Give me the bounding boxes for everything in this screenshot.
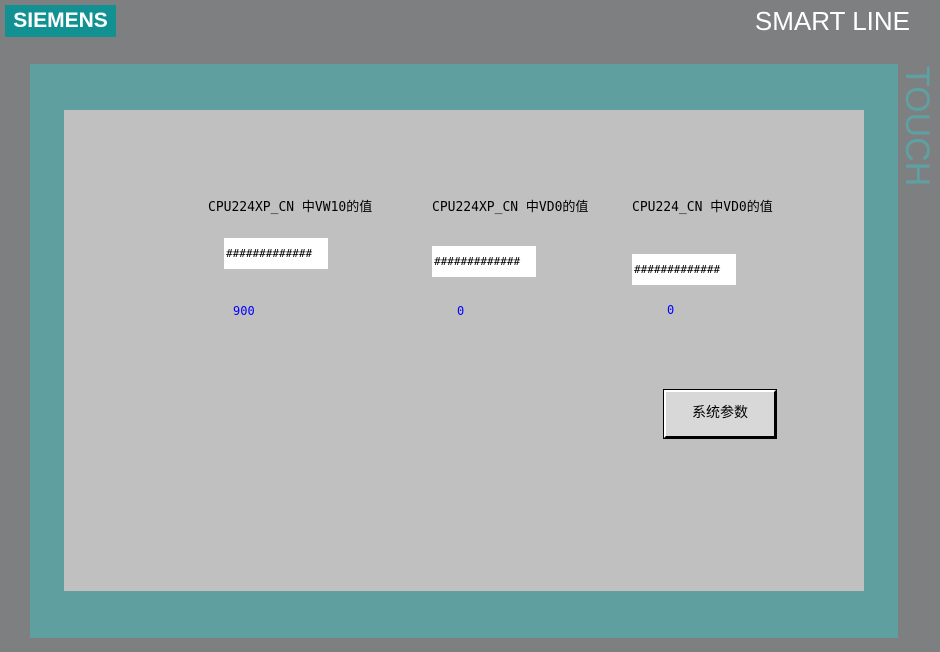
field-label-vd0-xp: CPU224XP_CN 中VD0的值 [432,200,589,215]
panel-frame: SIEMENS SMART LINE TOUCH CPU224XP_CN 中VW… [0,0,940,652]
siemens-logo: SIEMENS [5,5,116,37]
product-line-label: SMART LINE [754,6,910,36]
io-field-vw10[interactable]: ############# [224,238,328,269]
value-vw10: 900 [233,304,255,318]
hmi-screen [64,110,864,591]
field-label-vw10: CPU224XP_CN 中VW10的值 [208,200,373,215]
io-field-vd0-xp[interactable]: ############# [432,246,536,277]
value-vd0-224: 0 [667,303,675,317]
field-label-vd0-224: CPU224_CN 中VD0的值 [632,200,773,215]
io-field-vd0-224[interactable]: ############# [632,254,736,285]
system-parameters-button[interactable]: 系统参数 [663,389,777,439]
value-vd0-xp: 0 [457,304,465,318]
touch-label: TOUCH [898,66,936,187]
